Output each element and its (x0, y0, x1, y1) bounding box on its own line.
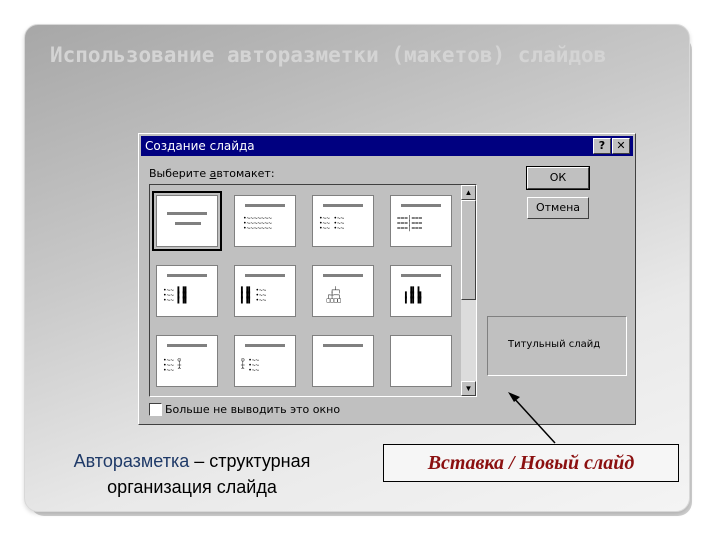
caption-line2: организация слайда (107, 477, 277, 497)
caption-highlight: Авторазметка (73, 451, 190, 471)
caption-menu-path: Вставка / Новый слайд (383, 444, 679, 482)
caption-line1: – структурная (189, 451, 311, 471)
caption-left: Авторазметка – структурная организация с… (22, 448, 362, 500)
